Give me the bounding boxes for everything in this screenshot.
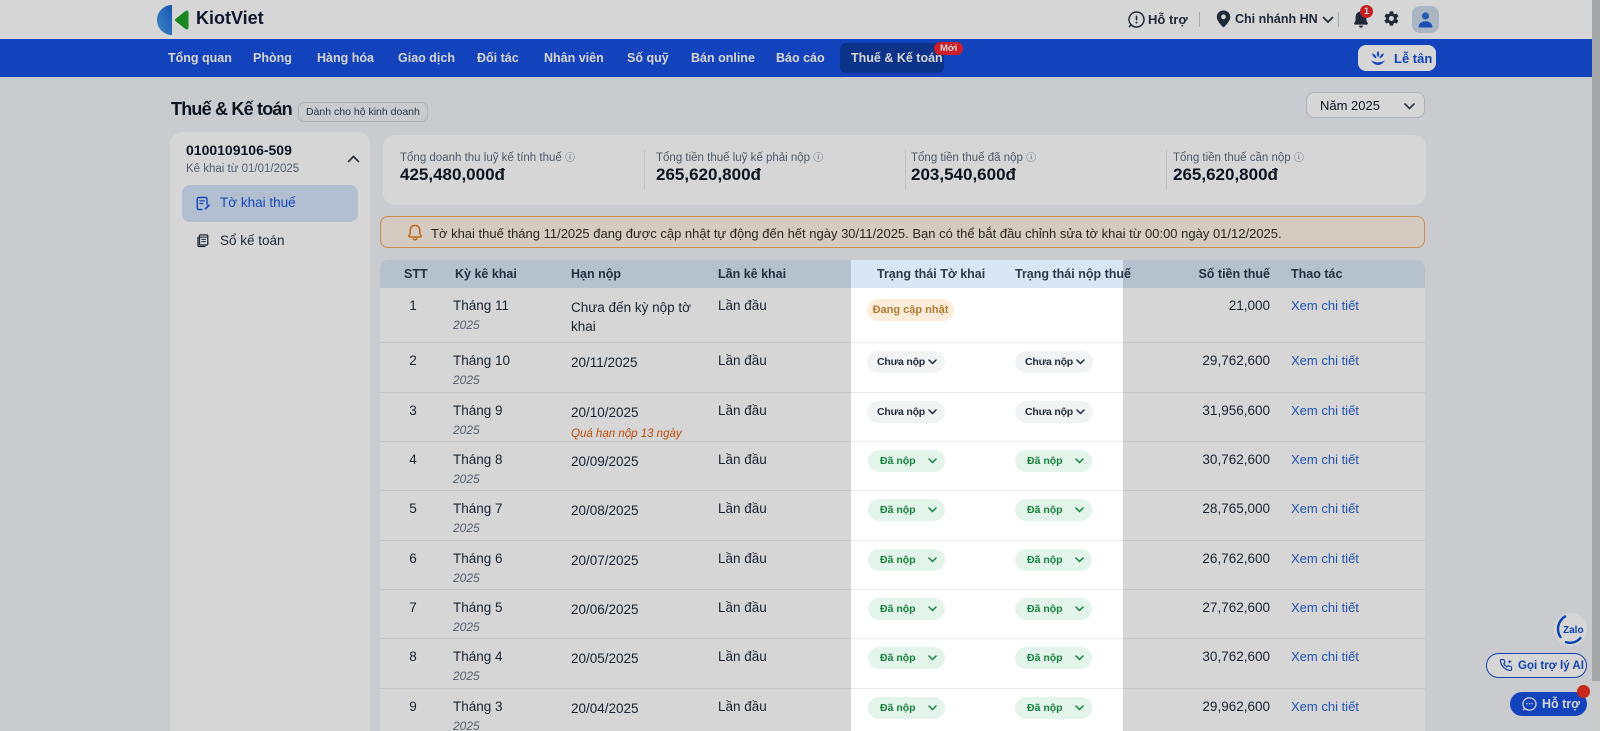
svg-text:Zalo: Zalo (1563, 625, 1584, 636)
